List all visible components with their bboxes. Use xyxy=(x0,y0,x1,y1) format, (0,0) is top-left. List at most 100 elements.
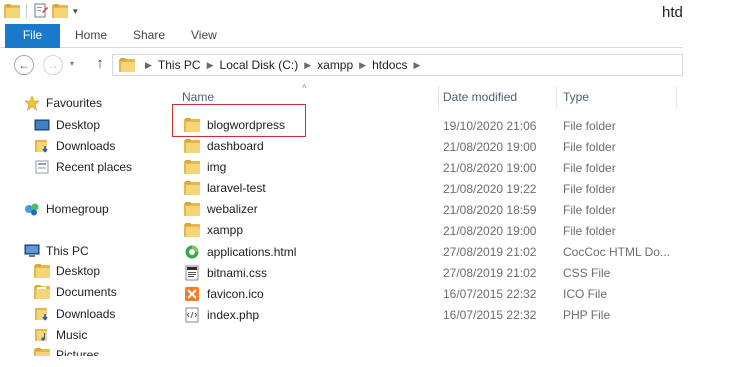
nav-favourites-label: Favourites xyxy=(46,96,103,110)
quick-access-toolbar: ▾ xyxy=(4,3,78,19)
nav-pc-pictures[interactable]: Pictures xyxy=(34,348,99,356)
breadcrumb-separator-icon[interactable]: ▶ xyxy=(359,60,366,71)
file-type: ICO File xyxy=(563,287,608,301)
downloads-folder-icon xyxy=(34,306,50,322)
up-arrow-icon: ↑ xyxy=(96,55,104,72)
music-folder-icon xyxy=(34,327,50,343)
file-name: xampp xyxy=(207,223,244,237)
file-type: File folder xyxy=(563,161,616,175)
breadcrumb-separator-icon[interactable]: ▶ xyxy=(413,60,420,71)
table-row[interactable]: bitnami.css 27/08/2019 21:02 CSS File xyxy=(164,262,683,283)
tab-share[interactable]: Share xyxy=(133,24,165,48)
address-bar[interactable]: ▶ This PC ▶ Local Disk (C:) ▶ xampp ▶ ht… xyxy=(112,54,683,76)
row-name-cell: laravel-test xyxy=(184,181,266,195)
sort-ascending-icon: ˄ xyxy=(302,82,307,91)
file-name: laravel-test xyxy=(207,181,266,195)
forward-button[interactable]: → xyxy=(43,55,63,75)
file-name: index.php xyxy=(207,308,260,322)
highlight-annotation xyxy=(172,104,306,137)
column-header-type[interactable]: Type xyxy=(563,90,589,104)
nav-fav-desktop[interactable]: Desktop xyxy=(34,117,100,133)
table-row[interactable]: dashboard 21/08/2020 19:00 File folder xyxy=(164,136,683,157)
nav-item-label: Downloads xyxy=(56,307,116,321)
table-row[interactable]: laravel-test 21/08/2020 19:22 File folde… xyxy=(164,178,683,199)
table-row[interactable]: favicon.ico 16/07/2015 22:32 ICO File xyxy=(164,283,683,304)
row-name-cell: img xyxy=(184,160,226,174)
navigation-bar: ← → ▾ ↑ ▶ This PC ▶ Local Disk (C:) ▶ xa… xyxy=(0,48,683,82)
tab-file[interactable]: File xyxy=(5,24,60,48)
nav-homegroup[interactable]: Homegroup xyxy=(24,201,109,217)
new-folder-icon[interactable] xyxy=(52,4,68,18)
column-divider[interactable] xyxy=(676,86,677,108)
nav-pc-documents[interactable]: Documents xyxy=(34,285,117,299)
file-date: 27/08/2019 21:02 xyxy=(443,266,537,280)
file-type: File folder xyxy=(563,119,616,133)
breadcrumb-local-disk[interactable]: Local Disk (C:) xyxy=(220,58,299,72)
column-divider[interactable] xyxy=(556,86,557,108)
recent-places-icon xyxy=(34,159,50,175)
up-button[interactable]: ↑ xyxy=(92,55,108,72)
file-date: 16/07/2015 22:32 xyxy=(443,287,537,301)
nav-item-label: Downloads xyxy=(56,139,116,153)
file-date: 19/10/2020 21:06 xyxy=(443,119,537,133)
folder-icon xyxy=(119,58,135,72)
table-row[interactable]: index.php 16/07/2015 22:32 PHP File xyxy=(164,304,683,325)
row-name-cell: index.php xyxy=(184,307,259,323)
nav-favourites[interactable]: Favourites xyxy=(24,95,102,111)
folder-icon xyxy=(184,202,200,216)
file-type: File folder xyxy=(563,182,616,196)
nav-this-pc[interactable]: This PC xyxy=(24,243,89,259)
row-name-cell: bitnami.css xyxy=(184,265,267,281)
back-arrow-icon: ← xyxy=(18,58,30,72)
file-name: dashboard xyxy=(207,139,264,153)
computer-icon xyxy=(24,243,40,259)
ribbon-tabs: File Home Share View xyxy=(0,24,683,48)
nav-pc-desktop[interactable]: Desktop xyxy=(34,264,100,278)
column-header-date[interactable]: Date modified xyxy=(443,90,517,104)
nav-fav-downloads[interactable]: Downloads xyxy=(34,138,115,154)
customize-toolbar-chevron-icon[interactable]: ▾ xyxy=(73,6,78,17)
tab-home[interactable]: Home xyxy=(75,24,107,48)
recent-locations-chevron-icon[interactable]: ▾ xyxy=(70,59,74,68)
table-row[interactable]: img 21/08/2020 19:00 File folder xyxy=(164,157,683,178)
row-name-cell: xampp xyxy=(184,223,243,237)
breadcrumb-separator-icon[interactable]: ▶ xyxy=(207,60,214,71)
file-date: 21/08/2020 19:00 xyxy=(443,224,537,238)
file-name: bitnami.css xyxy=(207,266,268,280)
navigation-pane: Favourites Desktop Downloads Recent plac… xyxy=(0,82,164,367)
table-row[interactable]: xampp 21/08/2020 19:00 File folder xyxy=(164,220,683,241)
nav-item-label: Music xyxy=(56,328,88,342)
nav-item-label: Pictures xyxy=(56,348,100,356)
folder-icon xyxy=(184,181,200,195)
row-name-cell: favicon.ico xyxy=(184,286,264,302)
desktop-icon xyxy=(34,117,50,133)
properties-icon[interactable] xyxy=(33,3,49,19)
tab-view[interactable]: View xyxy=(191,24,217,48)
nav-this-pc-label: This PC xyxy=(46,244,89,258)
file-date: 16/07/2015 22:32 xyxy=(443,308,537,322)
nav-pc-downloads[interactable]: Downloads xyxy=(34,306,115,322)
star-icon xyxy=(24,95,40,111)
nav-item-label: Desktop xyxy=(56,264,101,278)
folder-icon xyxy=(4,4,20,18)
toolbar-divider xyxy=(26,4,27,18)
nav-pc-music[interactable]: Music xyxy=(34,327,87,343)
file-date: 21/08/2020 19:00 xyxy=(443,161,537,175)
back-button[interactable]: ← xyxy=(14,55,34,75)
breadcrumb-xampp[interactable]: xampp xyxy=(317,58,353,72)
file-type: CSS File xyxy=(563,266,611,280)
breadcrumb-htdocs[interactable]: htdocs xyxy=(372,58,407,72)
breadcrumb-separator-icon[interactable]: ▶ xyxy=(145,60,152,71)
file-date: 21/08/2020 18:59 xyxy=(443,203,537,217)
row-name-cell: webalizer xyxy=(184,202,258,216)
breadcrumb-separator-icon[interactable]: ▶ xyxy=(304,60,311,71)
breadcrumb-this-pc[interactable]: This PC xyxy=(158,58,201,72)
xampp-ico-icon xyxy=(184,286,200,302)
table-row[interactable]: applications.html 27/08/2019 21:02 CocCo… xyxy=(164,241,683,262)
table-row[interactable]: webalizer 21/08/2020 18:59 File folder xyxy=(164,199,683,220)
column-divider[interactable] xyxy=(438,86,439,108)
column-header-name[interactable]: Name xyxy=(182,90,214,104)
nav-fav-recent-places[interactable]: Recent places xyxy=(34,159,132,175)
homegroup-icon xyxy=(24,201,40,217)
file-type: CocCoc HTML Do... xyxy=(563,245,670,259)
